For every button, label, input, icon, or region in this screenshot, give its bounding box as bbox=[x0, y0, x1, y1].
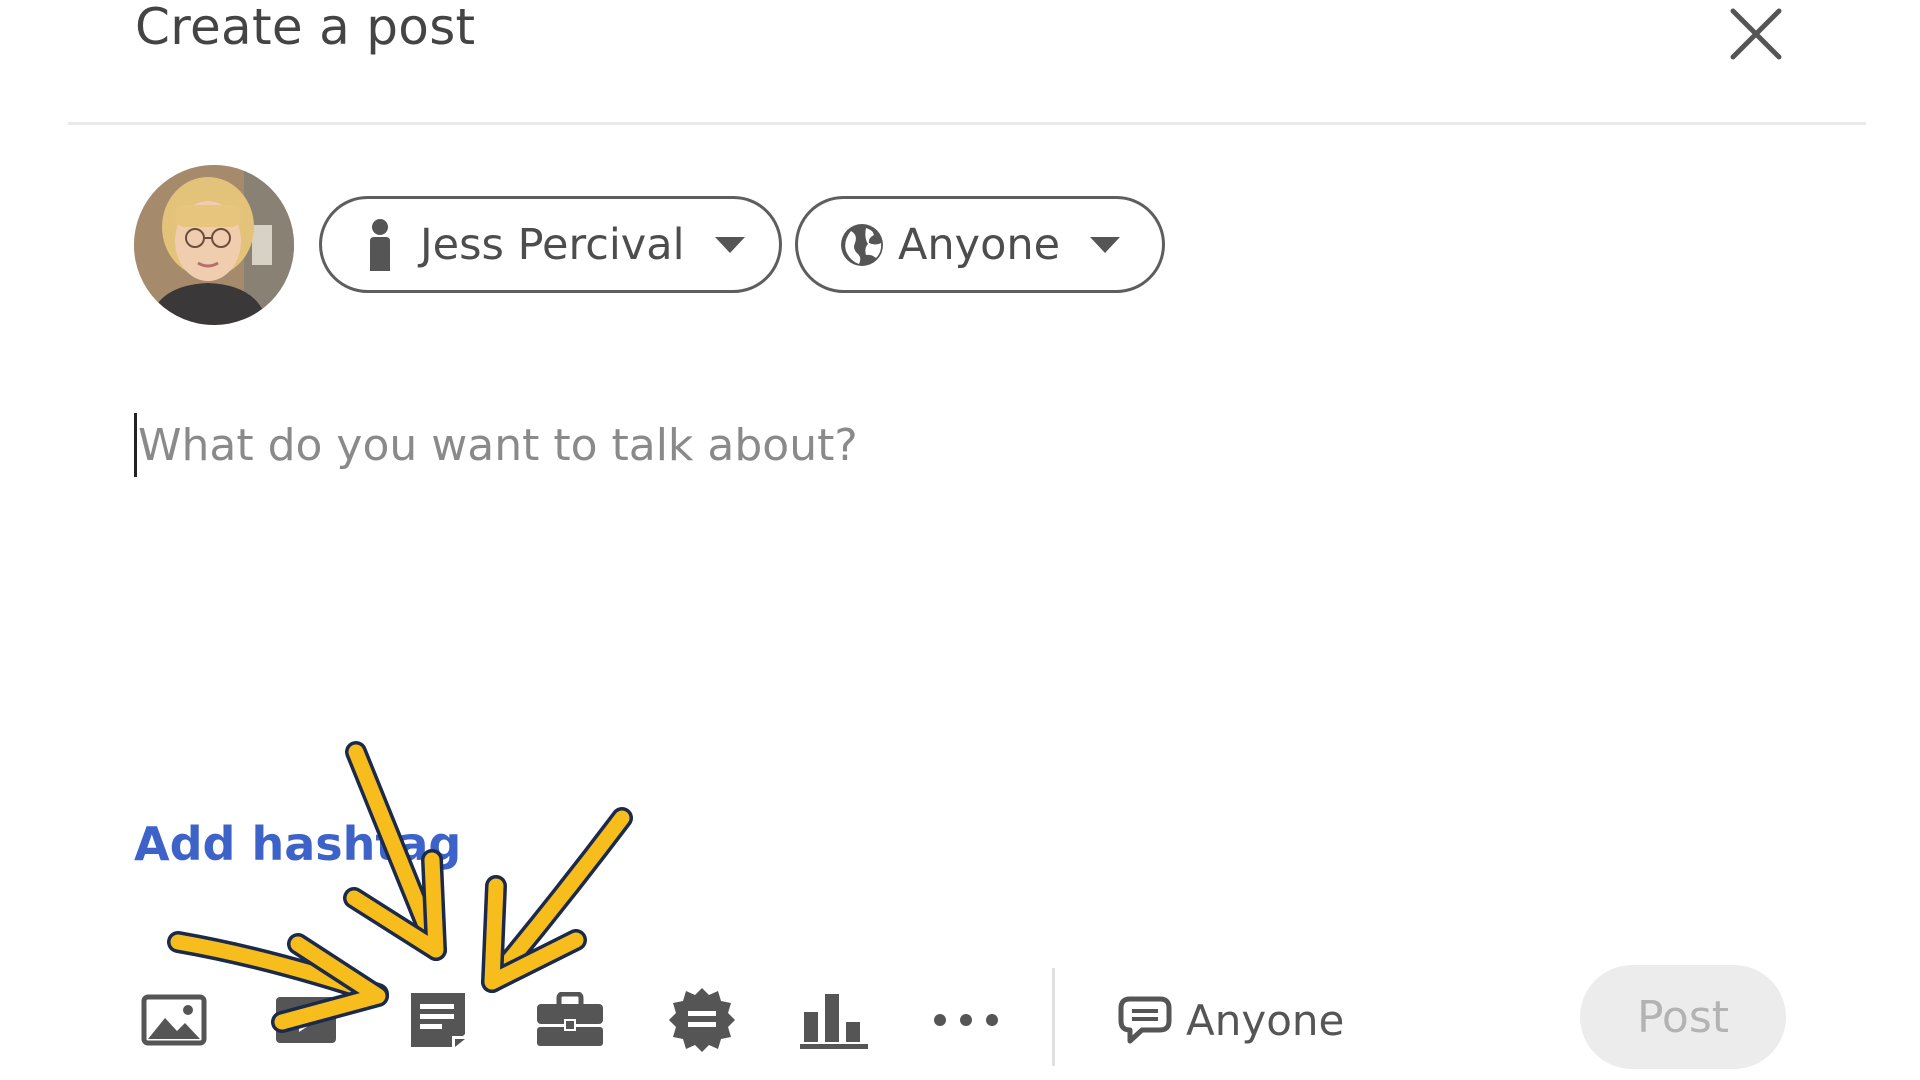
hiring-button[interactable] bbox=[530, 985, 610, 1055]
visibility-label: Anyone bbox=[898, 219, 1061, 270]
caret-down-icon bbox=[713, 235, 747, 255]
add-video-button[interactable] bbox=[266, 985, 346, 1055]
celebrate-button[interactable] bbox=[662, 985, 742, 1055]
post-editor bbox=[134, 405, 1834, 725]
author-selector[interactable]: Jess Percival bbox=[319, 196, 782, 293]
create-poll-button[interactable] bbox=[794, 985, 874, 1055]
modal-title: Create a post bbox=[135, 0, 476, 56]
add-photo-button[interactable] bbox=[134, 985, 214, 1055]
avatar bbox=[134, 165, 294, 325]
text-cursor bbox=[134, 413, 137, 477]
post-text-input[interactable] bbox=[138, 405, 1828, 485]
caret-down-icon bbox=[1088, 235, 1122, 255]
header-divider bbox=[68, 122, 1866, 125]
post-button[interactable]: Post bbox=[1580, 965, 1786, 1069]
poll-icon bbox=[800, 994, 868, 1049]
comment-visibility-button[interactable]: Anyone bbox=[1118, 990, 1344, 1050]
more-button[interactable] bbox=[926, 985, 1006, 1055]
video-icon bbox=[276, 997, 336, 1043]
close-button[interactable] bbox=[1725, 3, 1787, 65]
visibility-selector[interactable]: Anyone bbox=[795, 196, 1165, 293]
comment-visibility-label: Anyone bbox=[1186, 995, 1345, 1045]
document-icon bbox=[411, 993, 465, 1047]
add-hashtag-link[interactable]: Add hashtag bbox=[134, 817, 461, 871]
close-icon bbox=[1730, 8, 1782, 60]
badge-icon bbox=[669, 988, 735, 1052]
add-document-button[interactable] bbox=[398, 985, 478, 1055]
create-post-modal: Create a post Jess Percival Anyone What … bbox=[0, 0, 1920, 1080]
briefcase-icon bbox=[537, 992, 603, 1046]
comment-icon bbox=[1118, 996, 1172, 1044]
person-icon bbox=[360, 217, 400, 273]
photo-icon bbox=[141, 994, 207, 1046]
annotation-arrow bbox=[481, 807, 633, 993]
more-icon bbox=[934, 1014, 998, 1026]
author-name: Jess Percival bbox=[420, 219, 685, 270]
toolbar-divider bbox=[1052, 968, 1055, 1066]
globe-icon bbox=[838, 217, 886, 273]
